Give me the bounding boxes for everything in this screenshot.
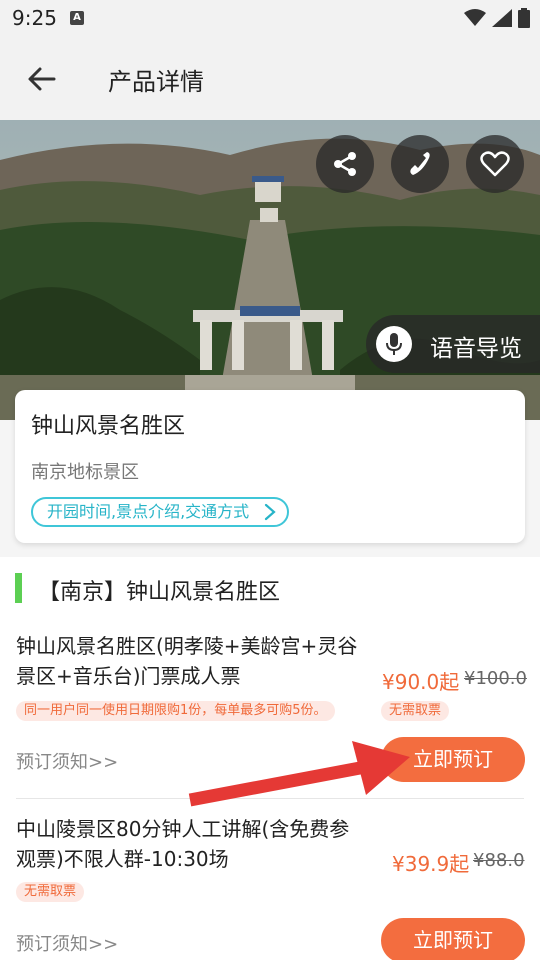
book-now-button[interactable]: 立即预订 <box>381 918 525 960</box>
attraction-info-card: 钟山风景名胜区 南京地标景区 开园时间,景点介绍,交通方式 <box>15 390 525 543</box>
page-title: 产品详情 <box>108 68 204 96</box>
product-original-price: ¥100.0 <box>464 668 527 689</box>
booking-notice-link[interactable]: 预订须知>> <box>16 930 118 956</box>
favorite-button[interactable] <box>466 135 524 193</box>
share-icon <box>334 152 356 176</box>
no-ticket-pickup-tag: 无需取票 <box>381 701 450 721</box>
attraction-subtitle: 南京地标景区 <box>31 462 139 483</box>
phone-icon <box>410 152 430 175</box>
no-ticket-pickup-tag: 无需取票 <box>16 882 85 902</box>
book-now-button[interactable]: 立即预订 <box>381 737 525 782</box>
system-icons <box>464 8 530 28</box>
section-accent-bar <box>15 573 22 603</box>
booking-notice-link[interactable]: 预订须知>> <box>16 748 118 774</box>
notification-icon: A <box>70 11 84 25</box>
status-bar: 9:25 A <box>0 0 540 36</box>
section-title: 【南京】钟山风景名胜区 <box>38 580 281 605</box>
share-button[interactable] <box>316 135 374 193</box>
back-arrow-icon[interactable] <box>26 64 56 94</box>
microphone-icon <box>376 326 412 362</box>
call-button[interactable] <box>391 135 449 193</box>
voice-guide-button[interactable]: 语音导览 <box>366 315 540 373</box>
product-original-price: ¥88.0 <box>473 850 525 871</box>
status-time: 9:25 <box>12 6 57 30</box>
wifi-icon <box>464 9 486 26</box>
product-title: 钟山风景名胜区(明孝陵+美龄宫+灵谷 景区+音乐台)门票成人票 <box>16 634 358 688</box>
purchase-limit-tag: 同一用户同一使用日期限购1份，每单最多可购5份。 <box>16 701 335 721</box>
product-price: ¥39.9起 <box>392 852 470 876</box>
product-title: 中山陵景区80分钟人工讲解(含免费参 观票)不限人群-10:30场 <box>16 817 350 871</box>
signal-icon <box>492 9 512 27</box>
chevron-right-icon <box>265 503 276 521</box>
battery-icon <box>518 8 530 28</box>
product-price: ¥90.0起 <box>382 670 460 694</box>
app-bar: 产品详情 <box>0 36 540 120</box>
voice-guide-label: 语音导览 <box>430 336 522 362</box>
attraction-info-link-label: 开园时间,景点介绍,交通方式 <box>47 502 250 521</box>
heart-icon <box>480 151 510 177</box>
attraction-name: 钟山风景名胜区 <box>31 414 186 439</box>
attraction-info-link[interactable]: 开园时间,景点介绍,交通方式 <box>31 497 290 527</box>
scenic-photo <box>0 120 540 420</box>
product-list: 【南京】钟山风景名胜区 钟山风景名胜区(明孝陵+美龄宫+灵谷 景区+音乐台)门票… <box>0 557 540 960</box>
hero-image: 语音导览 <box>0 120 540 420</box>
divider <box>16 798 524 799</box>
